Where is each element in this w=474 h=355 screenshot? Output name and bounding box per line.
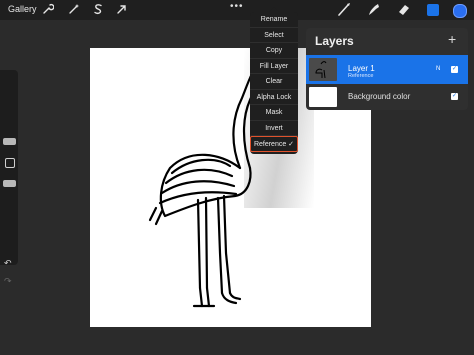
more-actions-icon[interactable]: •••: [230, 1, 244, 12]
blend-mode-button[interactable]: N: [436, 66, 440, 72]
menu-item-mask[interactable]: Mask: [250, 105, 298, 121]
layers-button[interactable]: [427, 4, 439, 16]
redo-button[interactable]: ↷: [4, 276, 12, 287]
smudge-icon[interactable]: [366, 2, 382, 17]
layer-subtitle: Reference: [348, 73, 374, 79]
menu-item-invert[interactable]: Invert: [250, 121, 298, 136]
flamingo-thumbnail-icon: [315, 61, 327, 79]
background-visibility-checkbox[interactable]: ✓: [451, 93, 458, 100]
undo-button[interactable]: ↶: [4, 258, 12, 269]
layer-thumbnail: [309, 58, 337, 81]
brush-size-slider[interactable]: [3, 138, 16, 145]
left-sidebar: ↶ ↷: [0, 70, 18, 286]
opacity-slider[interactable]: [3, 180, 16, 187]
menu-item-fill-layer[interactable]: Fill Layer: [250, 59, 298, 74]
layer-row-layer-1[interactable]: Layer 1 Reference N ✓: [306, 55, 468, 84]
gallery-button[interactable]: Gallery: [8, 4, 37, 14]
layers-title: Layers: [315, 34, 354, 48]
wrench-icon[interactable]: [42, 3, 54, 15]
color-picker-button[interactable]: [453, 4, 467, 18]
menu-item-select[interactable]: Select: [250, 28, 298, 43]
menu-item-alpha-lock[interactable]: Alpha Lock: [250, 90, 298, 105]
eyedropper-square-button[interactable]: [5, 158, 15, 168]
layer-visibility-checkbox[interactable]: ✓: [451, 66, 458, 73]
layer-row-background[interactable]: Background color ✓: [306, 84, 468, 110]
transform-arrow-icon[interactable]: [116, 3, 128, 15]
menu-item-clear[interactable]: Clear: [250, 74, 298, 90]
menu-item-rename[interactable]: Rename: [250, 12, 298, 28]
top-toolbar: Gallery •••: [0, 0, 474, 20]
magic-wand-icon[interactable]: [68, 3, 80, 15]
selection-s-icon[interactable]: [92, 3, 104, 15]
eraser-icon[interactable]: [396, 2, 412, 17]
background-thumbnail: [309, 87, 337, 107]
layer-options-menu: Rename Select Copy Fill Layer Clear Alph…: [250, 12, 298, 154]
menu-item-reference[interactable]: Reference ✓: [250, 136, 298, 152]
add-layer-button[interactable]: +: [448, 31, 456, 47]
brush-icon[interactable]: [336, 2, 352, 17]
menu-item-copy[interactable]: Copy: [250, 43, 298, 59]
layer-name: Layer 1: [348, 64, 375, 73]
background-name: Background color: [348, 92, 411, 101]
layers-panel: Layers + Layer 1 Reference N ✓ Backgroun…: [306, 28, 468, 110]
